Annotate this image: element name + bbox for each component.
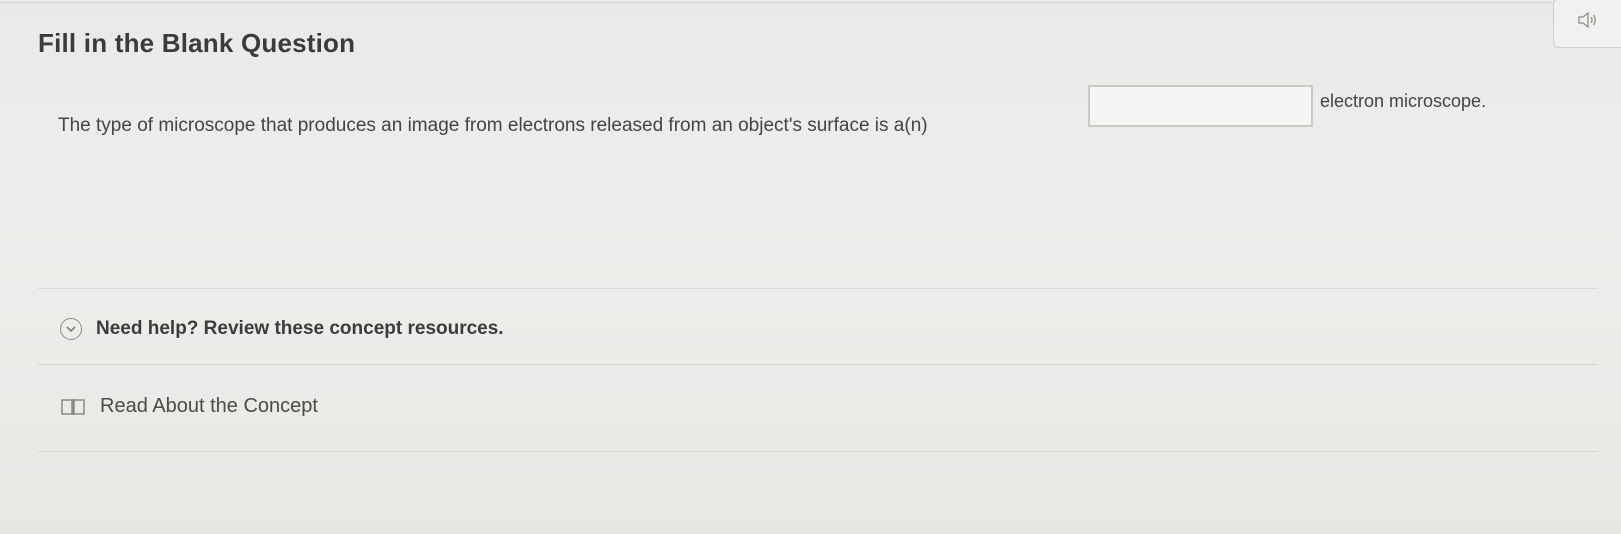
speaker-icon: [1578, 11, 1596, 29]
book-icon: [61, 398, 85, 415]
concept-resources-box: Read About the Concept: [38, 364, 1598, 452]
help-toggle[interactable]: Need help? Review these concept resource…: [60, 318, 504, 340]
chevron-down-icon: [60, 318, 82, 340]
question-title: Fill in the Blank Question: [38, 28, 356, 58]
top-divider: [0, 2, 1621, 3]
question-text-after: electron microscope.: [1320, 91, 1487, 111]
help-section: Need help? Review these concept resource…: [38, 288, 1598, 458]
resource-label: Read About the Concept: [100, 395, 318, 417]
help-divider: [38, 288, 1598, 289]
read-aloud-button[interactable]: [1553, 0, 1621, 48]
question-page: Fill in the Blank Question The type of m…: [0, 0, 1621, 534]
fill-in-blank-input[interactable]: [1088, 85, 1313, 127]
help-label: Need help? Review these concept resource…: [96, 318, 504, 339]
question-body: The type of microscope that produces an …: [58, 85, 1578, 145]
read-about-concept-link[interactable]: Read About the Concept: [60, 395, 318, 418]
question-text-before: The type of microscope that produces an …: [58, 115, 928, 136]
